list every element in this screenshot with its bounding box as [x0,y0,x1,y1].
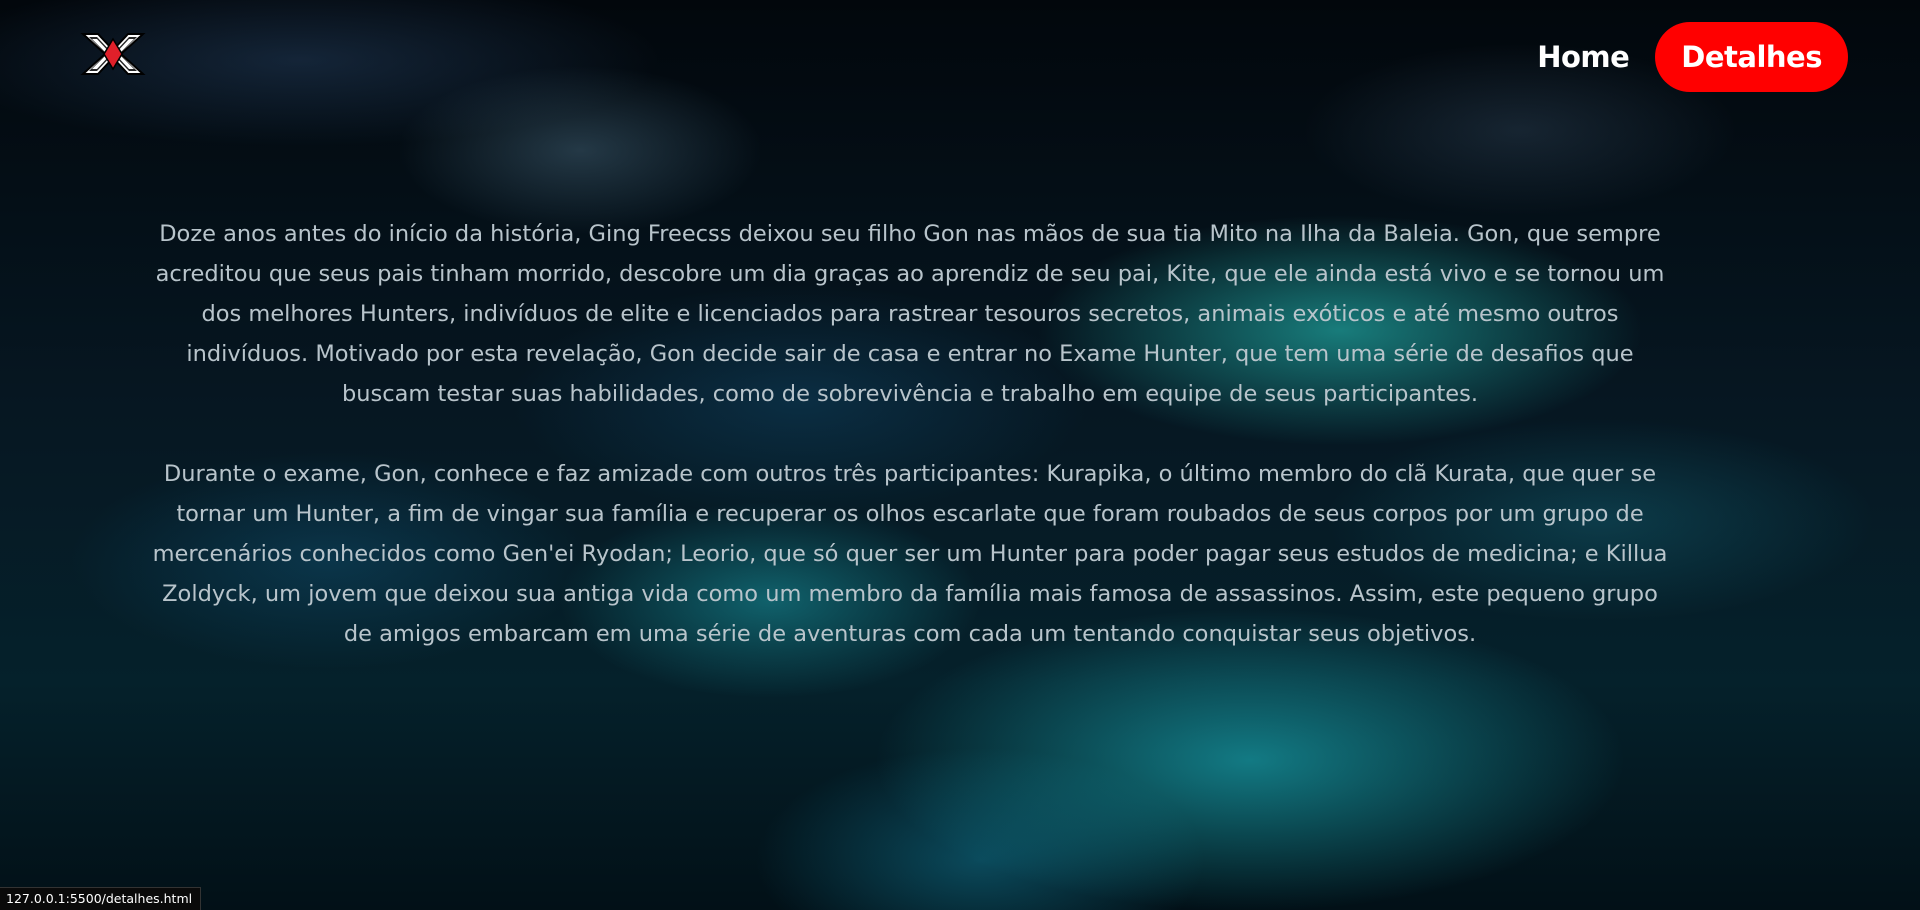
story-paragraph-1: Doze anos antes do início da história, G… [155,221,1665,407]
nav-home-link[interactable]: Home [1537,40,1630,74]
story-paragraph-2: Durante o exame, Gon, conhece e faz amiz… [152,461,1668,647]
hunter-x-hunter-logo-icon[interactable] [80,30,146,76]
logo-graphic [80,33,146,75]
details-content: Doze anos antes do início da história, G… [150,214,1670,694]
nav-detalhes-button[interactable]: Detalhes [1655,22,1848,92]
page-background: Home Detalhes Doze anos antes do início … [0,0,1920,910]
browser-status-url: 127.0.0.1:5500/detalhes.html [0,887,202,910]
top-navbar: Home Detalhes [0,0,1920,110]
main-nav: Home Detalhes [1537,22,1848,92]
